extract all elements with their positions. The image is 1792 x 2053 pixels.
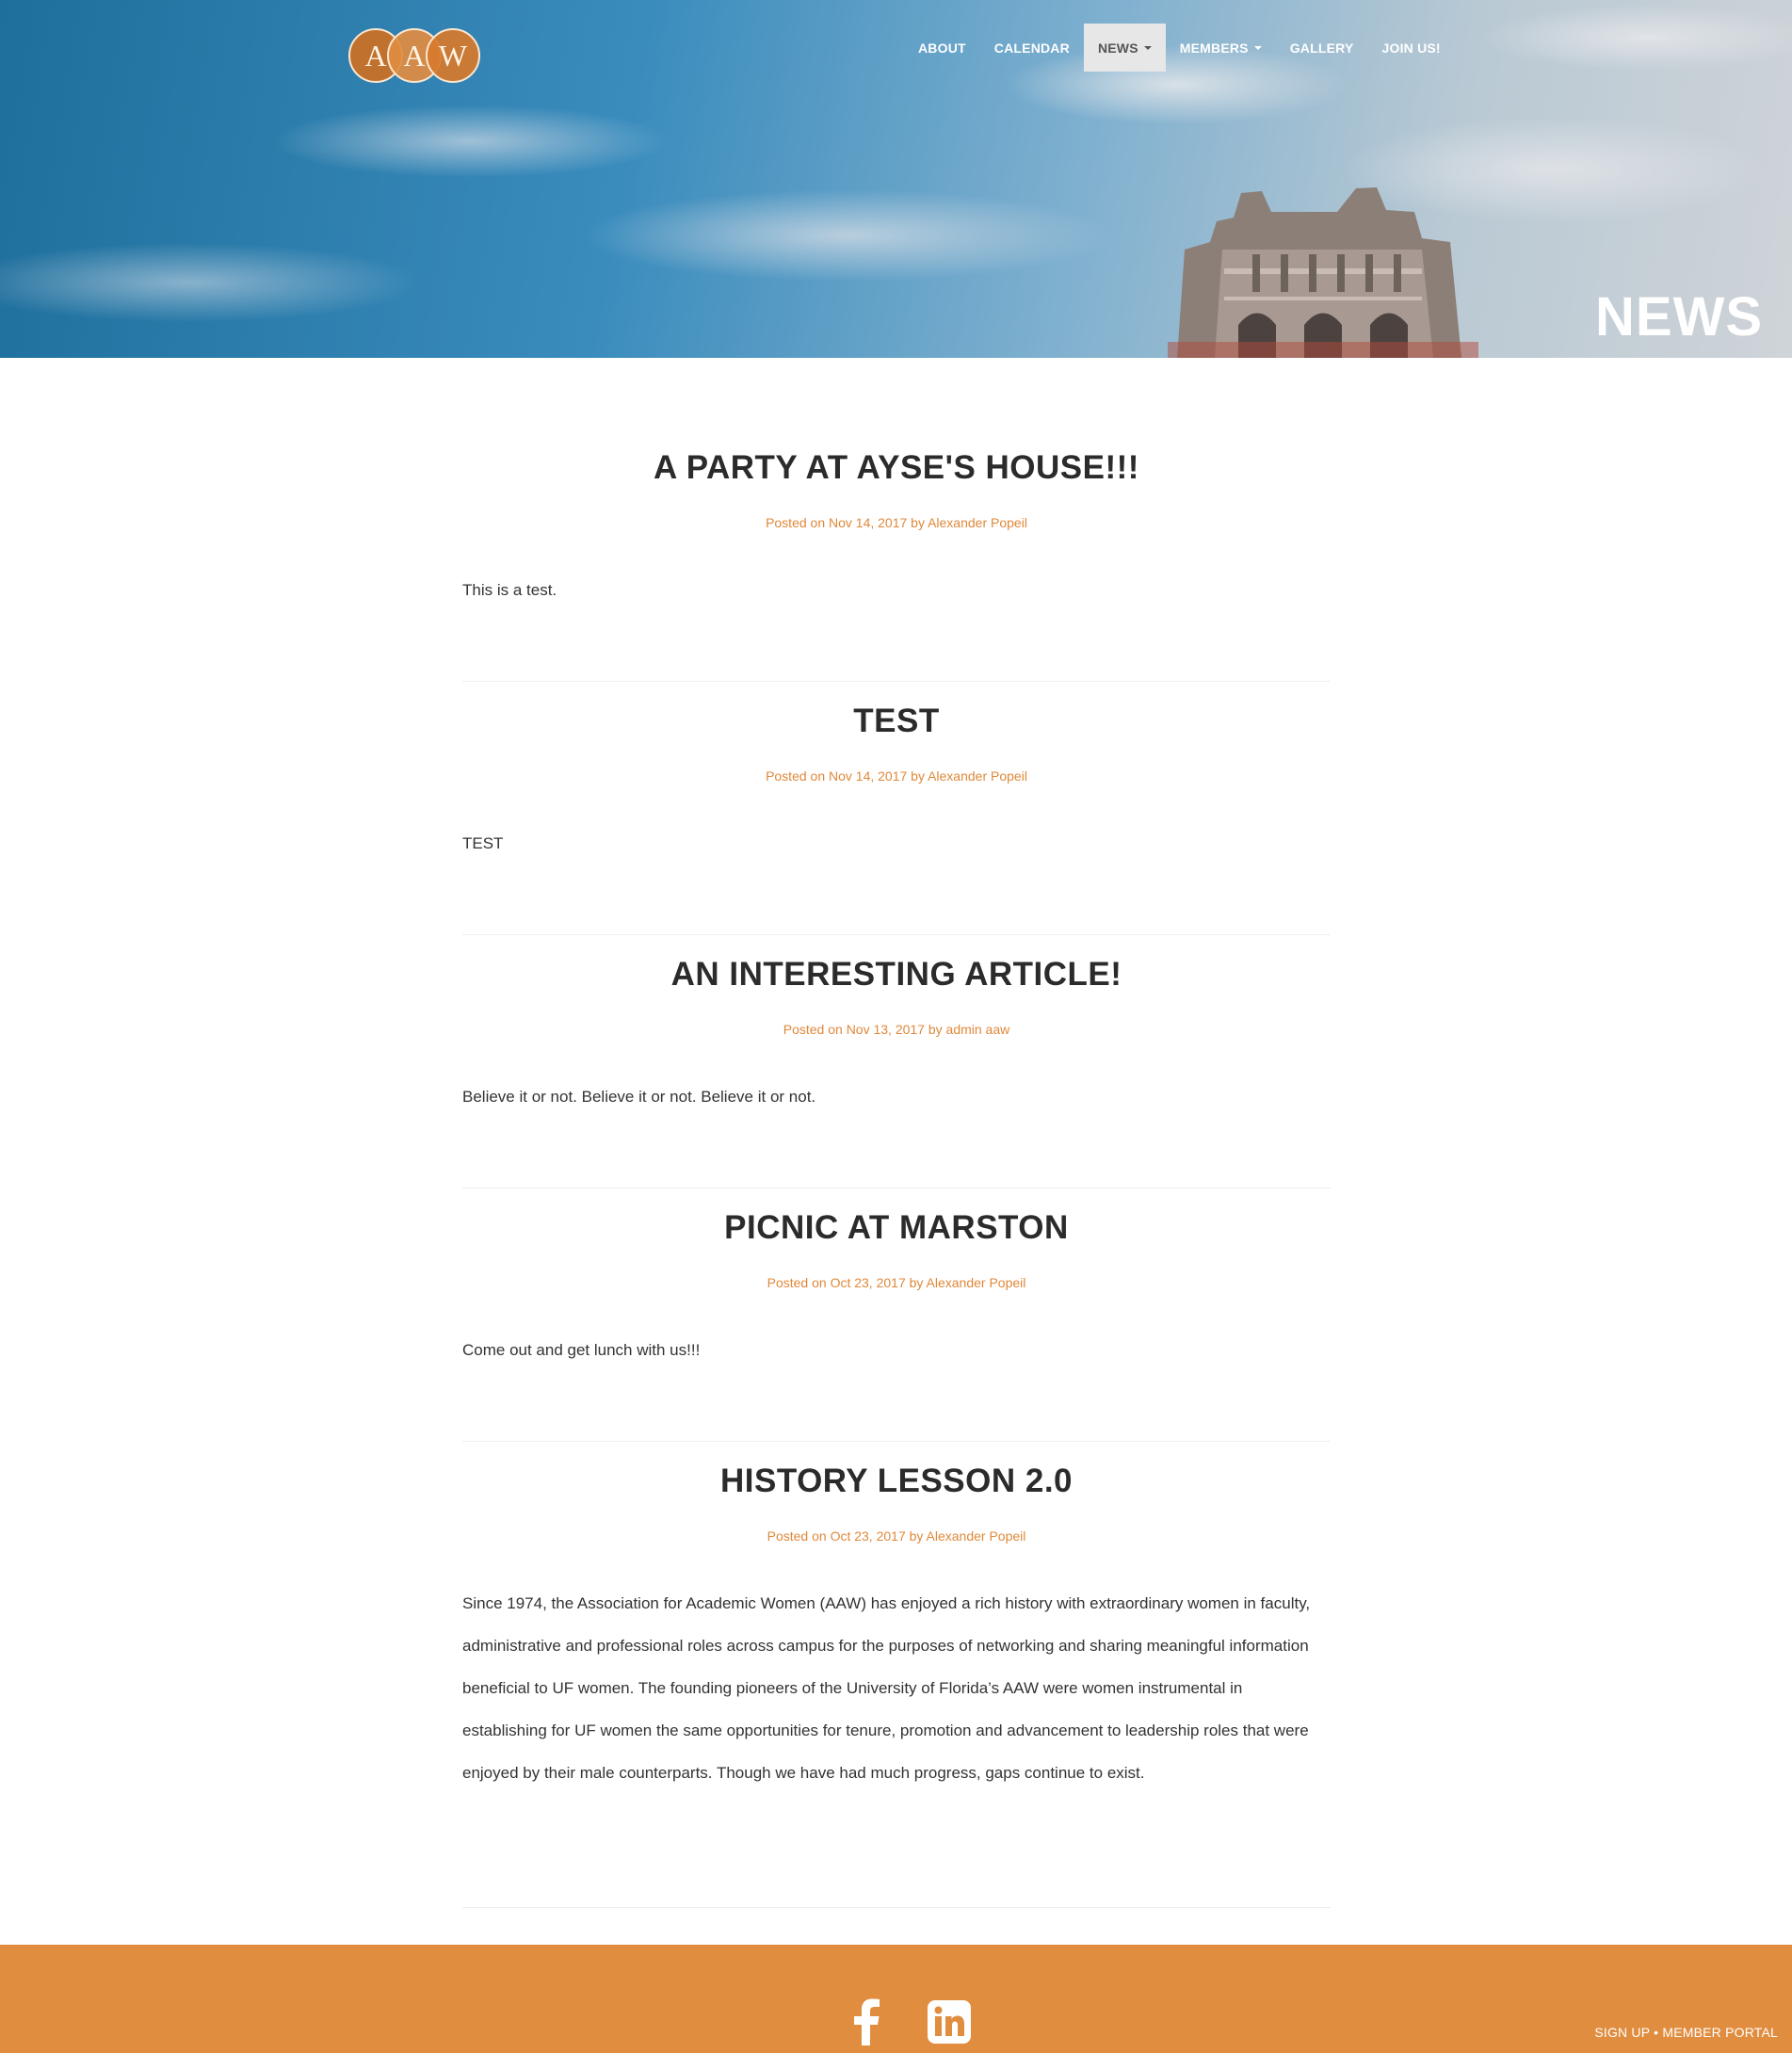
news-post: TEST Posted on Nov 14, 2017 by Alexander… [462,682,1331,935]
linkedin-icon[interactable] [926,1998,973,2045]
post-body: Since 1974, the Association for Academic… [462,1594,1311,1782]
post-meta: Posted on Oct 23, 2017 by Alexander Pope… [767,1275,1026,1290]
nav-item-calendar[interactable]: CALENDAR [980,24,1084,72]
post-meta: Posted on Oct 23, 2017 by Alexander Pope… [767,1528,1026,1544]
century-tower-image [1168,187,1478,358]
nav-item-members[interactable]: MEMBERS [1166,24,1276,72]
post-body: Come out and get lunch with us!!! [462,1341,701,1359]
caret-down-icon [1143,45,1152,50]
nav-item-label: NEWS [1097,40,1138,56]
post-body: This is a test. [462,581,557,599]
post-title[interactable]: AN INTERESTING ARTICLE! [462,956,1331,994]
post-body: TEST [462,834,504,852]
news-post: HISTORY LESSON 2.0 Posted on Oct 23, 201… [462,1442,1331,1908]
social-links [843,1998,973,2045]
logo-letter: W [426,28,480,83]
news-post: PICNIC AT MARSTON Posted on Oct 23, 2017… [462,1188,1331,1442]
post-body: Believe it or not. Believe it or not. Be… [462,1088,816,1106]
aaw-logo[interactable]: A A W [348,28,480,85]
news-post: A PARTY AT AYSE'S HOUSE!!! Posted on Nov… [462,428,1331,682]
facebook-icon[interactable] [843,1998,890,2045]
nav-item-label: ABOUT [918,40,966,56]
page-title: NEWS [1595,286,1763,348]
post-meta: Posted on Nov 14, 2017 by Alexander Pope… [766,515,1027,530]
sign-up-link[interactable]: SIGN UP [1594,2025,1650,2040]
hero-banner: A A W ABOUT CALENDAR NEWS MEMBERS GALLER… [0,0,1792,358]
news-post-list: A PARTY AT AYSE'S HOUSE!!! Posted on Nov… [462,428,1331,1908]
news-post: AN INTERESTING ARTICLE! Posted on Nov 13… [462,935,1331,1188]
member-portal-link[interactable]: MEMBER PORTAL [1662,2025,1778,2040]
site-footer: SIGN UP • MEMBER PORTAL [0,1945,1792,2053]
nav-item-label: MEMBERS [1179,40,1249,56]
post-meta: Posted on Nov 13, 2017 by admin aaw [783,1022,1010,1037]
post-title[interactable]: TEST [462,703,1331,740]
nav-item-gallery[interactable]: GALLERY [1276,24,1368,72]
nav-item-label: JOIN US! [1381,40,1441,56]
nav-item-label: GALLERY [1289,40,1354,56]
post-meta: Posted on Nov 14, 2017 by Alexander Pope… [766,768,1027,784]
separator: • [1654,2025,1659,2040]
footer-links: SIGN UP • MEMBER PORTAL [1594,2025,1778,2040]
caret-down-icon [1253,45,1262,50]
nav-item-join-us[interactable]: JOIN US! [1368,24,1455,72]
nav-item-label: CALENDAR [993,40,1070,56]
post-title[interactable]: HISTORY LESSON 2.0 [462,1463,1331,1500]
nav-item-news[interactable]: NEWS [1083,24,1166,72]
post-title[interactable]: A PARTY AT AYSE'S HOUSE!!! [462,449,1331,487]
nav-item-about[interactable]: ABOUT [904,24,980,72]
main-nav: ABOUT CALENDAR NEWS MEMBERS GALLERY JOIN… [904,24,1455,72]
post-title[interactable]: PICNIC AT MARSTON [462,1209,1331,1247]
